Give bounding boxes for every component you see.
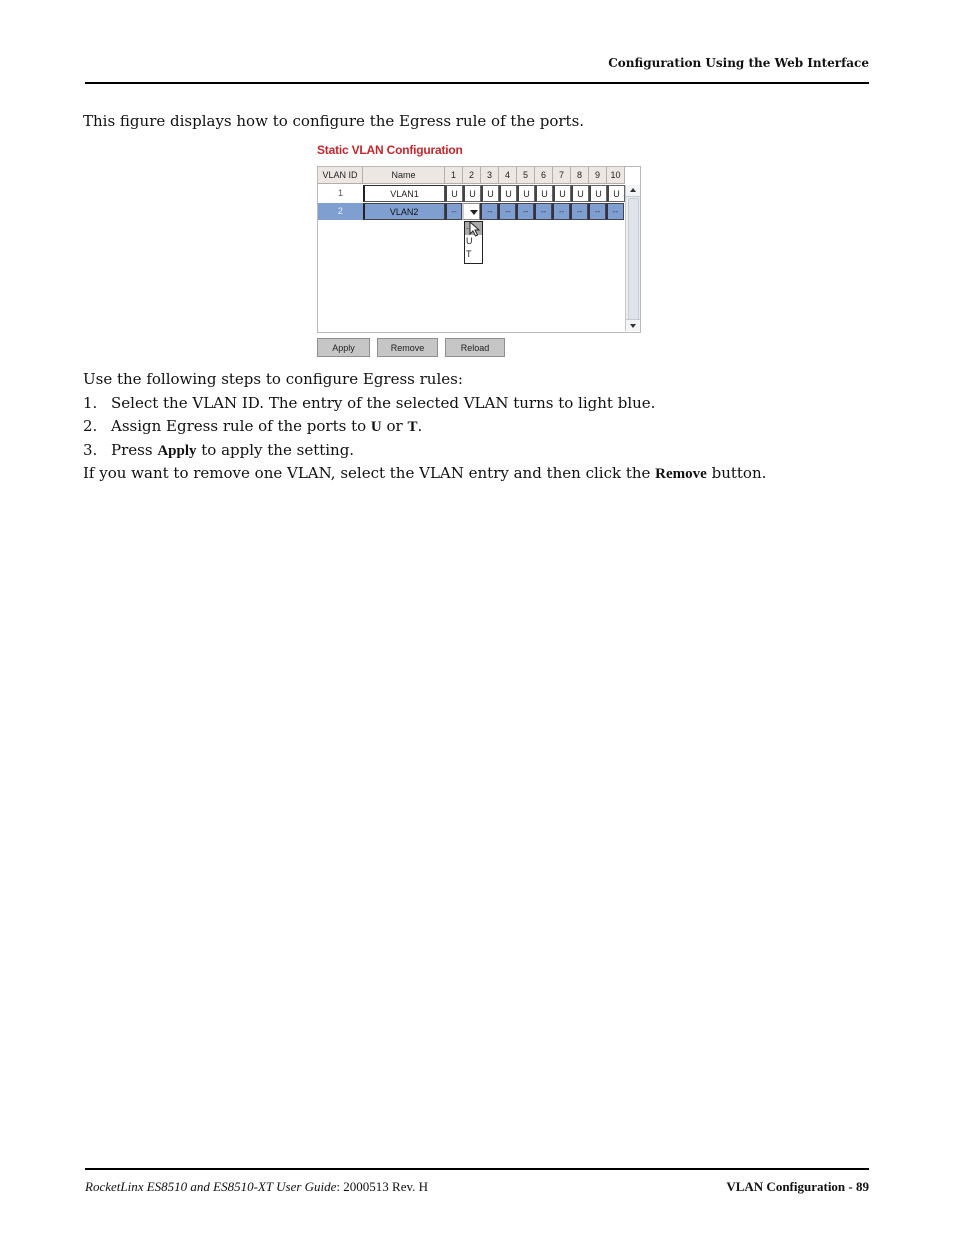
egress-select-open[interactable] [462,203,481,220]
step-text: or [381,417,408,435]
note-text: If you want to remove one VLAN, select t… [83,464,656,482]
col-header-port: 9 [589,167,607,184]
footer-guide-info: RocketLinx ES8510 and ES8510-XT User Gui… [85,1179,428,1195]
footer-rule [85,1168,869,1170]
col-header-port: 1 [445,167,463,184]
col-header-port: 4 [499,167,517,184]
figure-title: Static VLAN Configuration [317,143,463,157]
step-bold-term: Apply [157,443,197,459]
col-header-vlan-id: VLAN ID [318,167,363,184]
running-header: Configuration Using the Web Interface [608,56,869,70]
vlan-id-cell[interactable]: 1 [318,185,363,202]
apply-button[interactable]: Apply [317,338,370,357]
vlan-name-input[interactable]: VLAN2 [362,203,445,220]
egress-select[interactable]: U [499,185,517,202]
step-bold-term: U [370,419,382,435]
egress-select[interactable]: -- [516,203,535,220]
col-header-port: 8 [571,167,589,184]
vlan-name-input[interactable]: VLAN1 [363,185,445,202]
note-text: button. [706,464,767,482]
step-item: 2. Assign Egress rule of the ports to U o… [83,417,422,436]
note-bold-term: Remove [655,466,707,482]
col-header-port: 3 [481,167,499,184]
egress-select[interactable]: U [463,185,481,202]
steps-intro: Use the following steps to configure Egr… [83,370,463,388]
step-text: Press [111,441,158,459]
header-rule [85,82,869,84]
egress-select[interactable]: -- [552,203,571,220]
footer-section-page: VLAN Configuration - 89 [726,1179,869,1194]
step-bold-term: T [407,419,418,435]
scroll-down-button[interactable] [626,319,640,331]
egress-select[interactable]: -- [570,203,589,220]
step-item: 1. Select the VLAN ID. The entry of the s… [83,394,655,412]
egress-select[interactable]: -- [498,203,517,220]
step-number: 3. [83,441,98,459]
col-header-port: 10 [607,167,625,184]
egress-select[interactable]: U [481,185,499,202]
table-header-row: VLAN ID Name 1 2 3 4 5 6 7 8 9 10 [318,167,625,184]
table-row[interactable]: 1 VLAN1 U U U U U U U U U U [318,185,625,202]
guide-title: RocketLinx ES8510 and ES8510-XT User Gui… [85,1179,337,1194]
egress-select[interactable]: -- [444,203,463,220]
remove-button[interactable]: Remove [377,338,438,357]
step-text: . [417,417,423,435]
egress-select[interactable]: U [517,185,535,202]
egress-select[interactable]: -- [534,203,553,220]
dropdown-option[interactable]: T [465,248,482,261]
egress-select[interactable]: U [535,185,553,202]
step-text: Assign Egress rule of the ports to [111,417,371,435]
chevron-down-icon[interactable] [469,210,478,215]
egress-select[interactable]: U [571,185,589,202]
mouse-cursor-icon [469,221,481,237]
col-header-port: 5 [517,167,535,184]
egress-select[interactable]: U [607,185,625,202]
egress-select[interactable]: U [445,185,463,202]
scroll-up-button[interactable] [626,185,640,197]
intro-paragraph: This figure displays how to configure th… [83,112,585,130]
egress-select[interactable]: -- [605,203,624,220]
static-vlan-figure: Static VLAN Configuration VLAN ID Name 1… [317,143,642,357]
col-header-port: 7 [553,167,571,184]
egress-select[interactable]: -- [480,203,499,220]
step-item: 3. Press Apply to apply the setting. [83,441,354,460]
step-text: to apply the setting. [196,441,355,459]
remove-note: If you want to remove one VLAN, select t… [83,464,766,483]
col-header-port: 2 [463,167,481,184]
vlan-id-cell[interactable]: 2 [318,203,363,220]
egress-select[interactable]: -- [588,203,606,220]
scroll-track[interactable] [628,198,639,320]
step-number: 1. [83,394,98,412]
egress-select[interactable]: U [589,185,607,202]
doc-number: : 2000513 Rev. H [336,1179,429,1194]
egress-select[interactable]: U [553,185,571,202]
table-row-selected[interactable]: 2 VLAN2 -- -- -- -- -- -- -- -- -- [318,203,624,220]
col-header-name: Name [363,167,445,184]
arrow-up-icon [630,188,636,192]
step-number: 2. [83,417,98,435]
vertical-scrollbar[interactable] [625,185,640,331]
arrow-down-icon [630,324,636,328]
col-header-port: 6 [535,167,553,184]
reload-button[interactable]: Reload [445,338,505,357]
step-text: Select the VLAN ID. The entry of the sel… [111,394,656,412]
vlan-table: VLAN ID Name 1 2 3 4 5 6 7 8 9 10 1 VLAN… [317,166,641,333]
